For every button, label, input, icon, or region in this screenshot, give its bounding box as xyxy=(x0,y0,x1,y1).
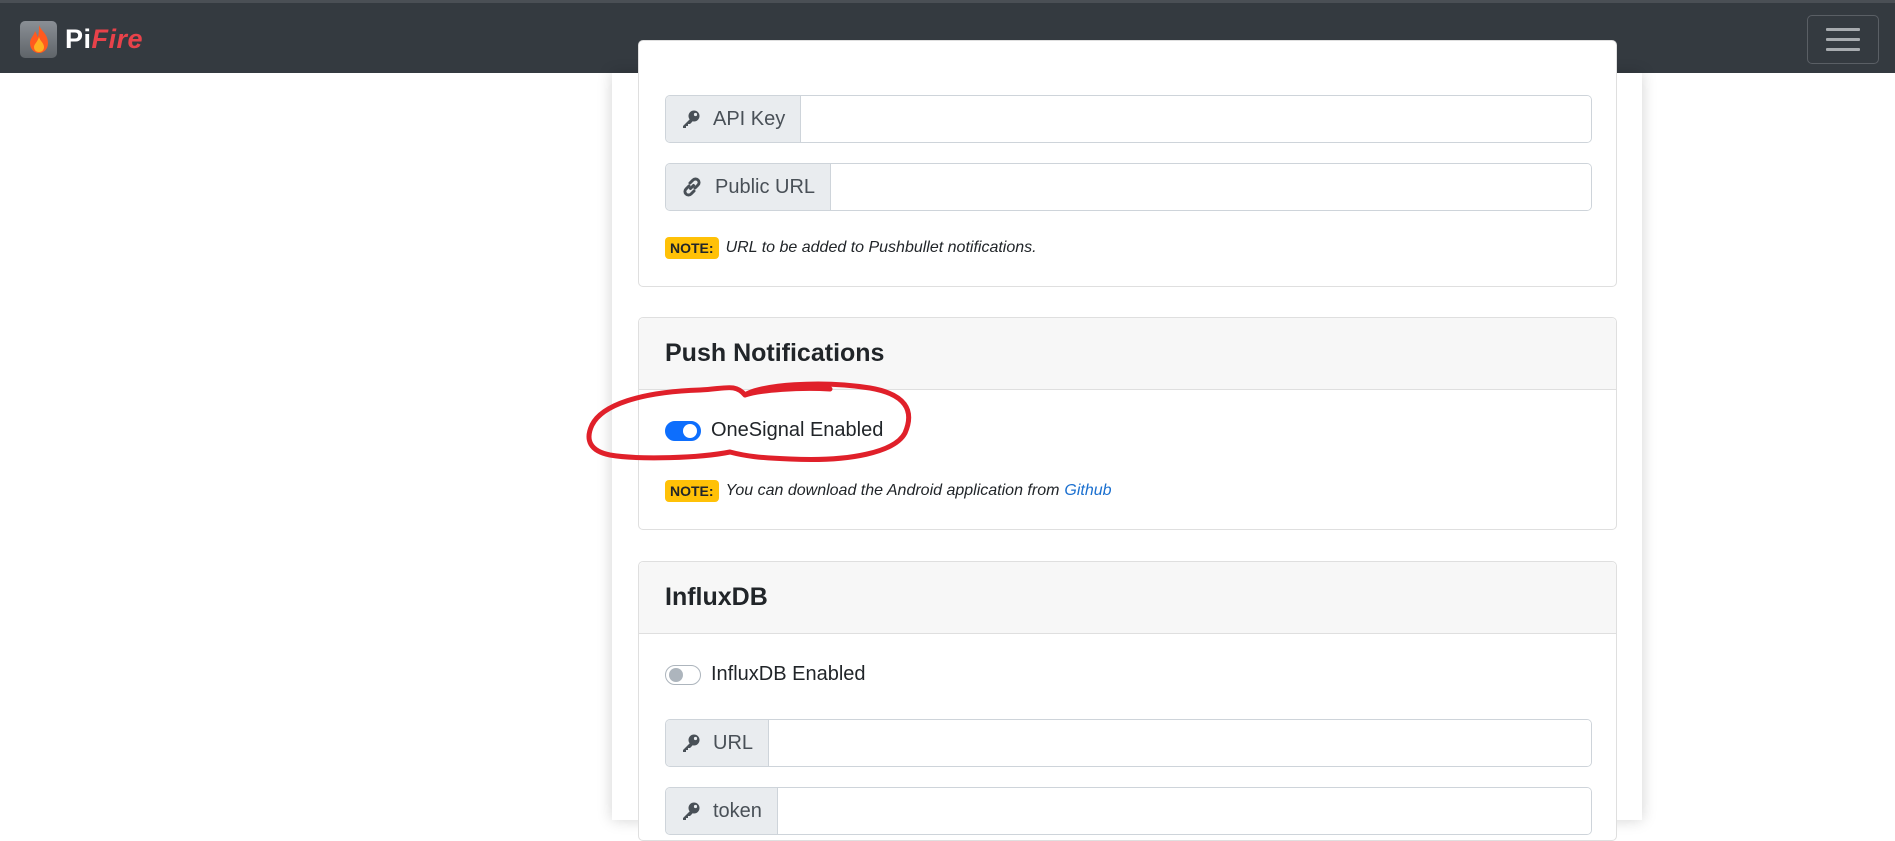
influx-token-group: token xyxy=(665,787,1592,835)
key-icon xyxy=(683,110,700,128)
influxdb-card: InfluxDB InfluxDB Enabled URL token xyxy=(638,561,1617,841)
public-url-prefix: Public URL xyxy=(666,164,832,210)
api-key-input[interactable] xyxy=(801,96,1591,142)
brand-name: PiFire xyxy=(65,24,143,55)
influxdb-title: InfluxDB xyxy=(639,562,1616,634)
pushbullet-note: NOTE: URL to be added to Pushbullet noti… xyxy=(665,237,1037,259)
link-icon xyxy=(683,177,701,197)
influxdb-toggle[interactable] xyxy=(665,664,701,685)
onesignal-label: OneSignal Enabled xyxy=(711,419,884,441)
influx-token-label: token xyxy=(713,799,762,822)
note-badge: NOTE: xyxy=(665,237,719,259)
influxdb-enabled-label: InfluxDB Enabled xyxy=(711,663,866,685)
influx-token-input[interactable] xyxy=(777,788,1591,834)
influx-token-prefix: token xyxy=(666,788,778,834)
public-url-group: Public URL xyxy=(665,163,1592,211)
note-text: URL to be added to Pushbullet notificati… xyxy=(725,239,1037,256)
note-text: You can download the Android application… xyxy=(725,482,1060,499)
brand-pi: Pi xyxy=(65,23,92,54)
influxdb-toggle-row[interactable]: InfluxDB Enabled xyxy=(665,663,866,686)
key-icon xyxy=(683,734,700,752)
public-url-input[interactable] xyxy=(831,164,1591,210)
api-key-group: API Key xyxy=(665,95,1592,143)
influx-url-group: URL xyxy=(665,719,1592,767)
onesignal-toggle-row[interactable]: OneSignal Enabled xyxy=(665,419,883,442)
brand-link[interactable]: PiFire xyxy=(20,20,143,58)
onesignal-toggle[interactable] xyxy=(665,420,701,441)
push-notifications-card: Push Notifications OneSignal Enabled NOT… xyxy=(638,317,1617,530)
push-notifications-note: NOTE: You can download the Android appli… xyxy=(665,480,1112,502)
push-notifications-title: Push Notifications xyxy=(639,318,1616,390)
pushbullet-card: API Key Public URL NOTE: URL to be added… xyxy=(638,40,1617,287)
brand-fire: Fire xyxy=(91,23,144,54)
github-link[interactable]: Github xyxy=(1064,482,1111,500)
influx-url-input[interactable] xyxy=(769,720,1591,766)
api-key-label: API Key xyxy=(713,107,786,130)
note-badge: NOTE: xyxy=(665,480,719,502)
api-key-prefix: API Key xyxy=(666,96,802,142)
public-url-label: Public URL xyxy=(715,175,816,198)
flame-icon xyxy=(20,20,57,58)
key-icon xyxy=(683,802,700,820)
influx-url-prefix: URL xyxy=(666,720,770,766)
hamburger-icon[interactable] xyxy=(1807,15,1879,64)
influx-url-label: URL xyxy=(713,731,754,754)
